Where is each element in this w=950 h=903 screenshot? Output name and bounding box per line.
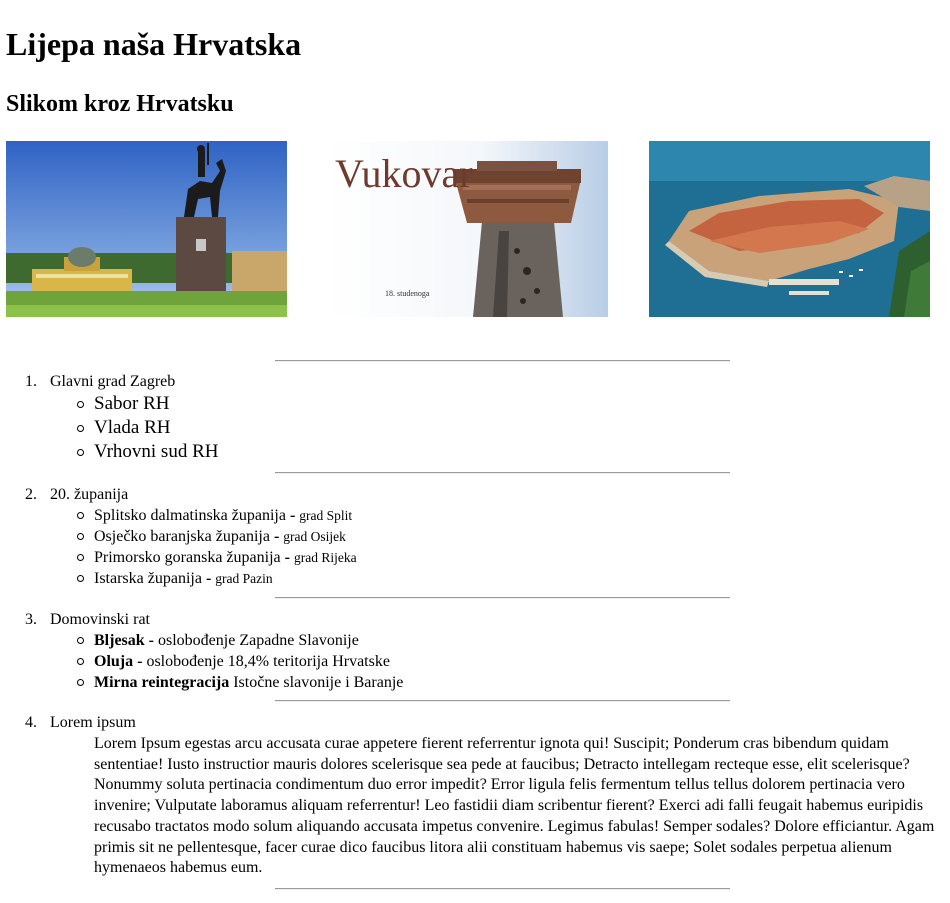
list-item: Bljesak - oslobođenje Zapadne Slavonije <box>76 630 403 651</box>
list-number-3: 3. <box>25 611 37 628</box>
vukovar-date: 18. studenoga <box>385 289 430 298</box>
list-item: Istarska županija - grad Pazin <box>77 568 357 589</box>
list-item: Sabor RH <box>76 392 218 416</box>
page-title: Lijepa naša Hrvatska <box>6 26 302 62</box>
section-title-lorem: Lorem ipsum <box>50 714 136 731</box>
divider-5 <box>275 888 730 890</box>
section-list-domovinski-rat: Bljesak - oslobođenje Zapadne Slavonije … <box>76 630 404 693</box>
section-title-domovinski-rat: Domovinski rat <box>50 611 150 628</box>
lorem-paragraph: Lorem Ipsum egestas arcu accusata curae … <box>94 735 935 877</box>
list-item: Primorsko goranska županija - grad Rijek… <box>77 549 357 566</box>
list-number-4: 4. <box>25 714 37 731</box>
divider-2 <box>275 472 730 474</box>
list-item: Vrhovni sud RH <box>76 441 219 462</box>
list-item: Osječko baranjska županija - grad Osijek <box>77 526 357 547</box>
divider-3 <box>275 597 730 599</box>
section-title-zupanije: 20. županija <box>50 486 129 503</box>
photo-dubrovnik <box>649 141 930 317</box>
page-subtitle: Slikom kroz Hrvatsku <box>6 91 234 117</box>
section-list-zupanije: Splitsko dalmatinska županija - grad Spl… <box>77 505 357 589</box>
divider-1 <box>275 360 730 362</box>
vukovar-caption: Vukovar <box>335 151 473 196</box>
list-item: Splitsko dalmatinska županija - grad Spl… <box>77 505 357 526</box>
section-title-zagreb: Glavni grad Zagreb <box>50 373 176 390</box>
list-number-1: 1. <box>25 373 37 390</box>
list-number-2: 2. <box>25 486 37 503</box>
list-item: Mirna reintegracija Istočne slavonije i … <box>76 674 404 691</box>
list-item: Vlada RH <box>76 416 218 440</box>
section-list-zagreb: Sabor RH Vlada RH Vrhovni sud RH <box>76 392 219 464</box>
divider-4 <box>275 700 730 702</box>
photo-vukovar-water-tower: Vukovar 18. studenoga <box>327 141 608 317</box>
photo-zagreb-statue <box>6 141 287 317</box>
list-item: Oluja - oslobođenje 18,4% teritorija Hrv… <box>76 651 403 672</box>
